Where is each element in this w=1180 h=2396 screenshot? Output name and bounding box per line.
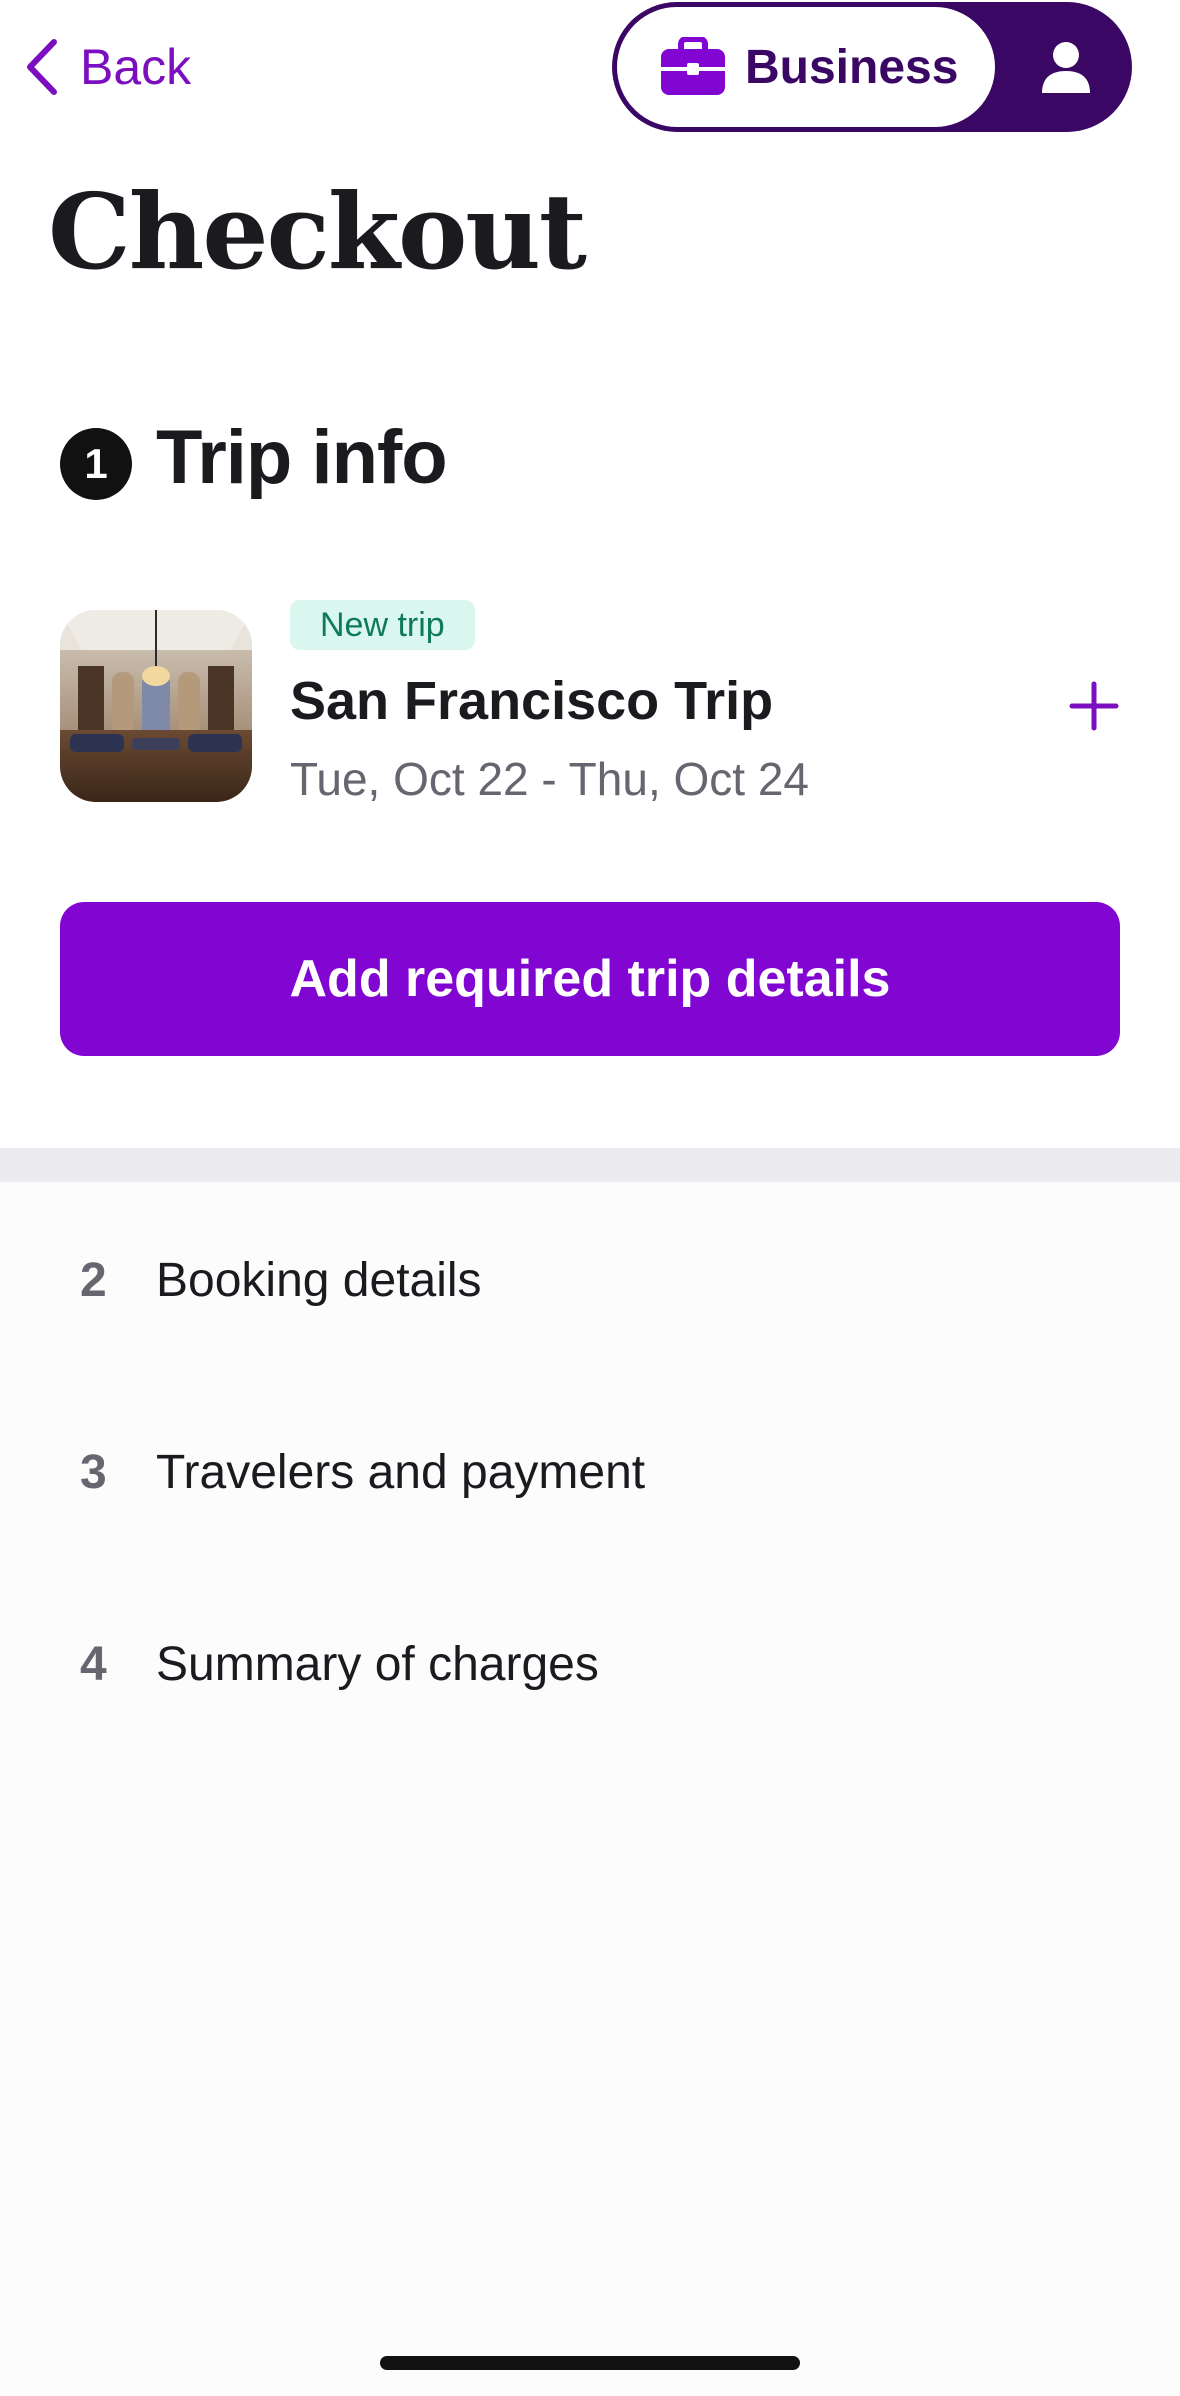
step-booking-details[interactable]: 2 Booking details [0, 1220, 1180, 1340]
back-button[interactable]: Back [24, 36, 191, 98]
step-number: 3 [80, 1445, 107, 1499]
briefcase-icon [661, 37, 725, 95]
hotel-lobby-image [60, 610, 252, 802]
step-label: Summary of charges [156, 1637, 599, 1691]
home-indicator[interactable] [380, 2356, 800, 2370]
step-number: 4 [80, 1637, 107, 1691]
trip-name: San Francisco Trip [290, 671, 774, 731]
back-label: Back [80, 39, 192, 95]
trip-dates: Tue, Oct 22 - Thu, Oct 24 [290, 753, 810, 805]
section-divider [0, 1148, 1180, 1182]
add-required-trip-details-button[interactable]: Add required trip details [60, 902, 1120, 1056]
new-trip-tag: New trip [290, 600, 475, 650]
step-label: Booking details [156, 1253, 482, 1307]
step-label: Travelers and payment [156, 1445, 646, 1499]
step-1-badge: 1 [60, 428, 132, 500]
person-icon[interactable] [1038, 39, 1094, 95]
chevron-left-icon [27, 39, 57, 95]
step-travelers-and-payment[interactable]: 3 Travelers and payment [0, 1412, 1180, 1532]
business-mode-option[interactable]: Business [615, 5, 997, 129]
plus-icon[interactable] [1064, 676, 1124, 736]
trip-info-title: Trip info [156, 415, 448, 500]
step-number: 2 [80, 1253, 107, 1307]
business-mode-label: Business [745, 40, 959, 94]
step-summary-of-charges[interactable]: 4 Summary of charges [0, 1604, 1180, 1724]
checkout-screen: Back Business Checkout 1 Trip info New t… [0, 0, 1180, 2396]
business-personal-toggle[interactable]: Business [612, 2, 1132, 132]
page-title: Checkout [48, 170, 587, 293]
